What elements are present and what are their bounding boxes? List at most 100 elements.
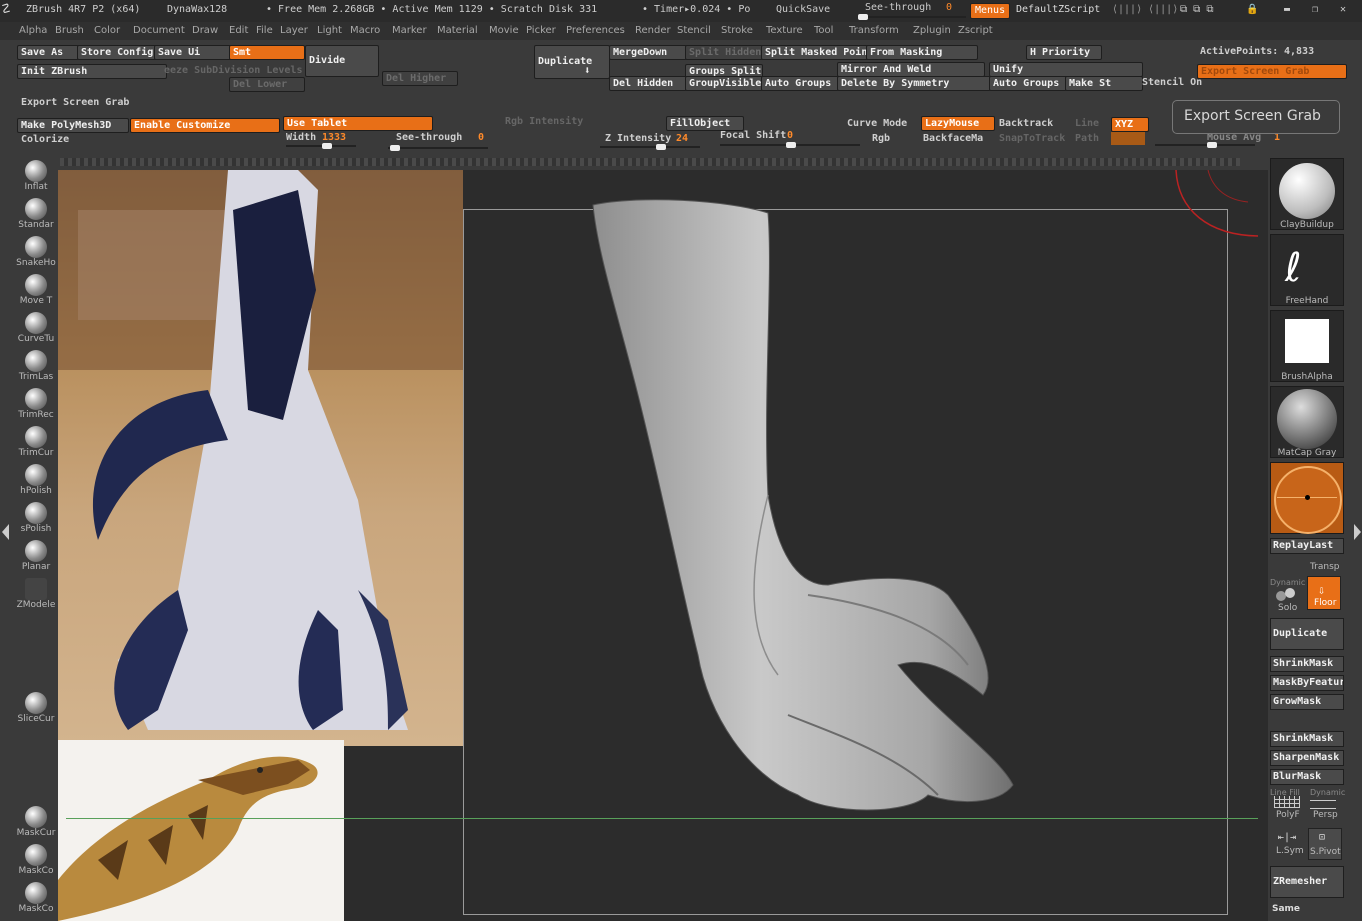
del-hidden-button[interactable]: Del Hidden bbox=[609, 76, 687, 91]
shrink-mask-button[interactable]: ShrinkMask bbox=[1270, 656, 1344, 672]
reference-image-raptor[interactable] bbox=[58, 740, 344, 921]
merge-down-button[interactable]: MergeDown bbox=[609, 45, 687, 60]
solo-icon[interactable] bbox=[1276, 588, 1298, 602]
menu-item-material[interactable]: Material bbox=[437, 25, 478, 36]
init-zbrush-button[interactable]: Init ZBrush bbox=[17, 64, 167, 79]
lsym-icon[interactable]: ⇤|⇥ bbox=[1278, 832, 1296, 843]
seethrough-slider[interactable] bbox=[858, 14, 966, 20]
mouse-avg-slider[interactable] bbox=[1155, 142, 1255, 148]
menu-item-texture[interactable]: Texture bbox=[766, 25, 803, 36]
menu-item-color[interactable]: Color bbox=[94, 25, 120, 36]
shrink-mask-2-button[interactable]: ShrinkMask bbox=[1270, 731, 1344, 747]
divide-button[interactable]: Divide bbox=[305, 45, 379, 77]
see-through-slider[interactable] bbox=[388, 145, 488, 151]
menu-item-tool[interactable]: Tool bbox=[814, 25, 833, 36]
xyz-symmetry-toggle[interactable]: XYZ bbox=[1111, 117, 1149, 132]
brush-maskcurve[interactable]: MaskCur bbox=[15, 806, 57, 838]
close-icon[interactable]: ✕ bbox=[1340, 4, 1346, 15]
floor-toggle[interactable]: ⇩ Floor bbox=[1307, 576, 1341, 610]
grow-mask-button[interactable]: GrowMask bbox=[1270, 694, 1344, 710]
sculpt-mesh-foot[interactable] bbox=[578, 195, 1048, 825]
spivot-button[interactable]: ⊡ S.Pivot bbox=[1308, 828, 1342, 860]
menu-item-movie[interactable]: Movie bbox=[489, 25, 519, 36]
menu-item-file[interactable]: File bbox=[256, 25, 273, 36]
save-ui-button[interactable]: Save Ui bbox=[154, 45, 232, 60]
snaptotrack-toggle[interactable]: SnapToTrack bbox=[999, 133, 1065, 144]
brush-curvetube[interactable]: CurveTu bbox=[15, 312, 57, 344]
from-masking-button[interactable]: From Masking bbox=[866, 45, 978, 60]
reference-image-claw[interactable] bbox=[58, 170, 463, 746]
split-hidden-button[interactable]: Split Hidden bbox=[685, 45, 763, 60]
path-toggle[interactable]: Path bbox=[1075, 133, 1099, 144]
zbrush-logo-icon[interactable]: ☡ bbox=[2, 2, 10, 17]
collapse-left-tray-icon[interactable] bbox=[2, 524, 9, 540]
lazymouse-toggle[interactable]: LazyMouse bbox=[921, 116, 995, 131]
store-config-button[interactable]: Store Config bbox=[77, 45, 157, 60]
mask-by-feature-button[interactable]: MaskByFeature bbox=[1270, 675, 1344, 691]
delete-by-symmetry-button[interactable]: Delete By Symmetry bbox=[837, 76, 991, 91]
menu-item-draw[interactable]: Draw bbox=[192, 25, 218, 36]
stroke-thumbnail[interactable]: ℓ FreeHand bbox=[1270, 234, 1344, 306]
minimize-icon[interactable]: ▬ bbox=[1284, 4, 1290, 15]
del-lower-button[interactable]: Del Lower bbox=[229, 77, 305, 92]
backtrack-toggle[interactable]: Backtrack bbox=[999, 118, 1053, 129]
menu-item-edit[interactable]: Edit bbox=[229, 25, 248, 36]
brush-move[interactable]: Move T bbox=[15, 274, 57, 306]
menu-item-stroke[interactable]: Stroke bbox=[721, 25, 753, 36]
sharpen-mask-button[interactable]: SharpenMask bbox=[1270, 750, 1344, 766]
collapse-right-tray-icon[interactable] bbox=[1354, 524, 1361, 540]
brush-hpolish[interactable]: hPolish bbox=[15, 464, 57, 496]
layout-arrows-icon[interactable]: ⟨|||⟩ ⟨|||⟩ bbox=[1112, 4, 1178, 15]
restore-icon[interactable]: ❐ bbox=[1312, 4, 1318, 15]
group-visible-button[interactable]: GroupVisible bbox=[685, 76, 763, 91]
brush-planar[interactable]: Planar bbox=[15, 540, 57, 572]
focal-shift-slider[interactable] bbox=[720, 142, 860, 148]
lock-icon[interactable]: 🔒 bbox=[1246, 4, 1258, 15]
mirror-and-weld-button[interactable]: Mirror And Weld bbox=[837, 62, 985, 77]
make-polymesh3d-button[interactable]: Make PolyMesh3D bbox=[17, 118, 129, 133]
menu-item-transform[interactable]: Transform bbox=[849, 25, 899, 36]
duplicate-right-button[interactable]: Duplicate bbox=[1270, 618, 1344, 650]
menu-item-zscript[interactable]: Zscript bbox=[958, 25, 993, 36]
menu-item-macro[interactable]: Macro bbox=[350, 25, 380, 36]
fill-object-button[interactable]: FillObject bbox=[666, 116, 744, 131]
path-swatch[interactable] bbox=[1111, 132, 1145, 145]
line-toggle[interactable]: Line bbox=[1075, 118, 1099, 129]
use-tablet-toggle[interactable]: Use Tablet bbox=[283, 116, 433, 131]
menu-item-light[interactable]: Light bbox=[317, 25, 342, 36]
menu-item-preferences[interactable]: Preferences bbox=[566, 25, 625, 36]
auto-groups-2-button[interactable]: Auto Groups bbox=[989, 76, 1067, 91]
menu-item-document[interactable]: Document bbox=[133, 25, 185, 36]
unify-button[interactable]: Unify bbox=[989, 62, 1143, 77]
export-screen-grab-button[interactable]: Export Screen Grab bbox=[1197, 64, 1347, 79]
material-thumbnail[interactable]: MatCap Gray bbox=[1270, 386, 1344, 458]
auto-groups-button[interactable]: Auto Groups bbox=[761, 76, 839, 91]
tray-divider[interactable] bbox=[60, 158, 1240, 166]
quicksave-button[interactable]: QuickSave bbox=[776, 4, 830, 15]
width-slider[interactable] bbox=[286, 143, 356, 149]
menu-item-render[interactable]: Render bbox=[635, 25, 671, 36]
blur-mask-button[interactable]: BlurMask bbox=[1270, 769, 1344, 785]
z-intensity-slider[interactable] bbox=[600, 144, 700, 150]
smt-toggle[interactable]: Smt bbox=[229, 45, 305, 60]
save-as-button[interactable]: Save As bbox=[17, 45, 79, 60]
brush-snakehook[interactable]: SnakeHo bbox=[15, 236, 57, 268]
brush-standard[interactable]: Standar bbox=[15, 198, 57, 230]
brush-trimcurve[interactable]: TrimCur bbox=[15, 426, 57, 458]
arrow-down-icon[interactable]: ⬇ bbox=[584, 64, 591, 77]
del-higher-button[interactable]: Del Higher bbox=[382, 71, 458, 86]
document-canvas[interactable] bbox=[58, 170, 1268, 921]
brush-spolish[interactable]: sPolish bbox=[15, 502, 57, 534]
menus-button[interactable]: Menus bbox=[970, 3, 1011, 19]
split-masked-points-button[interactable]: Split Masked Points bbox=[761, 45, 869, 60]
menu-item-zplugin[interactable]: Zplugin bbox=[913, 25, 951, 36]
current-brush-thumbnail[interactable]: ClayBuildup bbox=[1270, 158, 1344, 230]
duplicate-button[interactable]: Duplicate bbox=[534, 45, 610, 79]
brush-slicecurve[interactable]: SliceCur bbox=[15, 692, 57, 724]
brush-zmodeler[interactable]: ZModele bbox=[15, 578, 57, 610]
make-st-button[interactable]: Make St bbox=[1065, 76, 1143, 91]
brush-inflate[interactable]: Inflat bbox=[15, 160, 57, 192]
color-picker-thumbnail[interactable] bbox=[1270, 462, 1344, 534]
menu-item-stencil[interactable]: Stencil bbox=[677, 25, 711, 36]
menu-item-layer[interactable]: Layer bbox=[280, 25, 308, 36]
